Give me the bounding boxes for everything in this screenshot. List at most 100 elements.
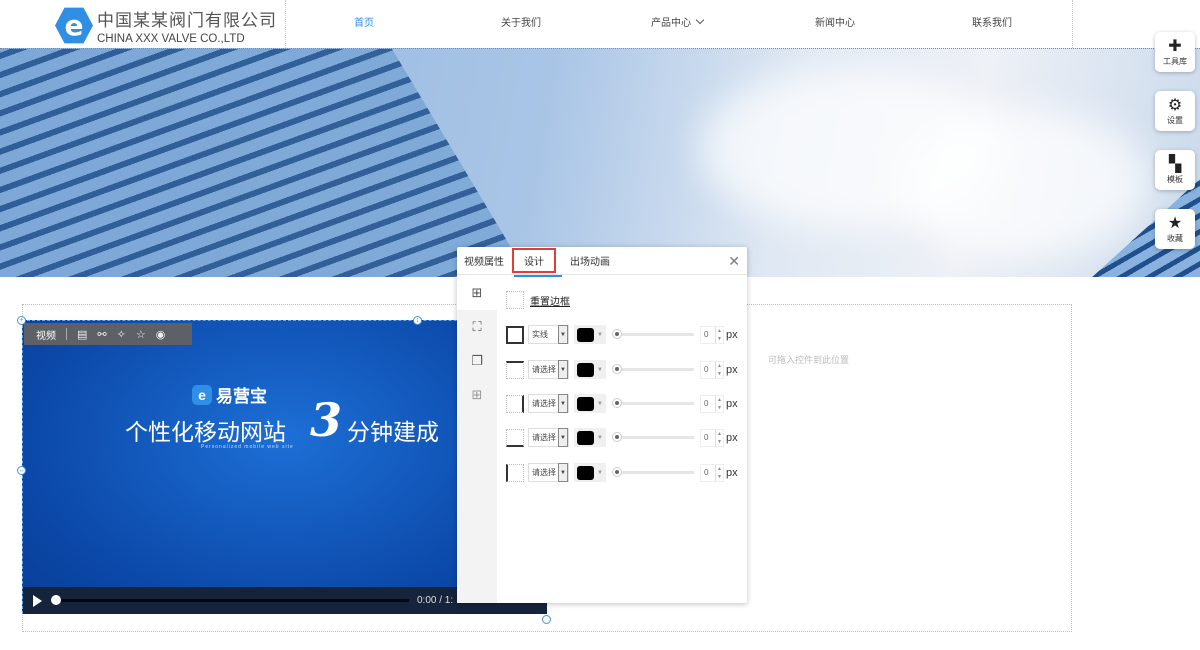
border-style-select[interactable]: 请选择 ▼ (528, 428, 569, 447)
close-icon[interactable]: ✕ (728, 253, 740, 270)
unit-label: px (726, 466, 738, 479)
spacing-icon[interactable]: ⊞ (457, 378, 497, 412)
border-row-bottom: 请选择 ▼ ▼ 0 ▲ ▼ px (506, 428, 738, 447)
brand-logo-icon: e (192, 384, 212, 405)
video-toolbar: 视频 ▤ ⚯ ✧ ☆ ◉ (24, 323, 192, 345)
border-all-icon (506, 325, 524, 344)
magic-icon[interactable]: ✧ (117, 328, 126, 341)
reset-border-button[interactable]: 重置边框 (506, 291, 570, 309)
border-row-all: 实线 ▼ ▼ 0 ▲ ▼ px (506, 325, 738, 344)
border-bottom-icon (506, 428, 524, 447)
resize-handle[interactable]: + (17, 316, 26, 325)
border-preview-icon (506, 291, 524, 309)
border-width-input[interactable]: 0 ▲ ▼ (700, 428, 724, 447)
promo-number: 3 (310, 393, 343, 447)
site-logo[interactable]: e 中国某某阀门有限公司 CHINA XXX VALVE CO.,LTD (55, 6, 277, 45)
border-width-slider[interactable] (612, 432, 694, 442)
border-width-input[interactable]: 0 ▲ ▼ (700, 325, 724, 344)
chevron-down-icon (695, 15, 705, 24)
border-width-slider[interactable] (612, 364, 694, 374)
building-image (0, 49, 560, 277)
divider (285, 0, 286, 48)
logo-icon: e (55, 7, 93, 44)
corner-icon[interactable]: ⛶ (457, 310, 497, 344)
template-button[interactable]: ▚ 模板 (1155, 150, 1195, 190)
border-row-top: 请选择 ▼ ▼ 0 ▲ ▼ px (506, 360, 738, 379)
drop-hint: 可拖入控件到此位置 (768, 355, 850, 365)
promo-subtitle: Personalized mobile web site (201, 444, 294, 450)
unit-label: px (726, 397, 738, 410)
border-width-slider[interactable] (612, 329, 694, 339)
promo-headline-end: 分钟建成 (347, 419, 439, 445)
border-row-right: 请选择 ▼ ▼ 0 ▲ ▼ px (506, 394, 738, 413)
plus-icon: ✚ (1168, 37, 1182, 55)
grid-icon: ▚ (1168, 155, 1182, 173)
tab-animation[interactable]: 出场动画 (570, 253, 610, 268)
video-seek-bar[interactable] (51, 595, 409, 605)
nav-products[interactable]: 产品中心 (651, 14, 705, 29)
border-color-picker[interactable]: ▼ (574, 394, 606, 413)
star-outline-icon[interactable]: ☆ (136, 328, 146, 341)
video-toolbar-label: 视频 (36, 330, 56, 342)
panel-sidebar: ⊞ ⛶ ❐ ⊞ (457, 276, 497, 603)
border-width-input[interactable]: 0 ▲ ▼ (700, 394, 724, 413)
border-row-left: 请选择 ▼ ▼ 0 ▲ ▼ px (506, 463, 738, 482)
play-icon[interactable] (33, 594, 42, 607)
nav-label: 关于我们 (501, 18, 541, 29)
site-header: e 中国某某阀门有限公司 CHINA XXX VALVE CO.,LTD 首页 … (0, 0, 1200, 48)
nav-about[interactable]: 关于我们 (501, 14, 541, 29)
border-style-select[interactable]: 请选择 ▼ (528, 463, 569, 482)
resize-handle[interactable]: ↕ (413, 316, 422, 325)
nav-news[interactable]: 新闻中心 (815, 14, 855, 29)
divider (1072, 0, 1073, 48)
border-width-input[interactable]: 0 ▲ ▼ (700, 463, 724, 482)
video-time: 0:00 / 1: (417, 595, 454, 606)
border-top-icon (506, 360, 524, 379)
unit-label: px (726, 431, 738, 444)
company-name-cn: 中国某某阀门有限公司 (97, 11, 277, 30)
border-color-picker[interactable]: ▼ (574, 463, 606, 482)
border-left-icon (506, 463, 524, 482)
resize-handle[interactable] (542, 615, 551, 624)
border-width-slider[interactable] (612, 398, 694, 408)
toolbar-label: 收藏 (1167, 233, 1183, 243)
nav-home[interactable]: 首页 (354, 14, 374, 29)
unit-label: px (726, 328, 738, 341)
settings-button[interactable]: ⚙ 设置 (1155, 91, 1195, 131)
toolbar-label: 设置 (1167, 115, 1183, 125)
seek-handle[interactable] (51, 595, 61, 605)
border-width-slider[interactable] (612, 467, 694, 477)
tab-design[interactable]: 设计 (512, 248, 562, 277)
border-color-picker[interactable]: ▼ (574, 428, 606, 447)
nav-label: 联系我们 (972, 18, 1012, 29)
eye-icon[interactable]: ◉ (156, 328, 166, 341)
edit-icon[interactable]: ▤ (77, 328, 87, 341)
border-right-icon (506, 394, 524, 413)
resize-handle[interactable]: ↔ (17, 466, 26, 475)
border-color-picker[interactable]: ▼ (574, 325, 606, 344)
shadow-icon[interactable]: ❐ (457, 344, 497, 378)
toolbar-label: 工具库 (1163, 56, 1187, 66)
unit-label: px (726, 363, 738, 376)
promo-brand: 易营宝 (216, 387, 267, 406)
reset-label: 重置边框 (530, 296, 570, 308)
border-color-picker[interactable]: ▼ (574, 360, 606, 379)
star-icon: ★ (1167, 214, 1183, 232)
gears-icon: ⚙ (1167, 96, 1183, 114)
link-icon[interactable]: ⚯ (97, 328, 106, 341)
properties-panel: 视频属性 设计 出场动画 ✕ ⊞ ⛶ ❐ ⊞ 重置边框 实线 ▼ ▼ 0 ▲ ▼ px… (457, 247, 747, 603)
hero-banner (0, 48, 1200, 277)
tab-video-properties[interactable]: 视频属性 (464, 253, 504, 268)
border-style-select[interactable]: 实线 ▼ (528, 325, 569, 344)
border-icon[interactable]: ⊞ (457, 276, 497, 310)
border-width-input[interactable]: 0 ▲ ▼ (700, 360, 724, 379)
nav-label: 新闻中心 (815, 18, 855, 29)
toolbar-label: 模板 (1167, 174, 1183, 184)
nav-contact[interactable]: 联系我们 (972, 14, 1012, 29)
promo-headline: 个性化移动网站 (125, 419, 286, 445)
border-style-select[interactable]: 请选择 ▼ (528, 360, 569, 379)
toolbox-button[interactable]: ✚ 工具库 (1155, 32, 1195, 72)
favorites-button[interactable]: ★ 收藏 (1155, 209, 1195, 249)
nav-label: 首页 (354, 18, 374, 29)
border-style-select[interactable]: 请选择 ▼ (528, 394, 569, 413)
